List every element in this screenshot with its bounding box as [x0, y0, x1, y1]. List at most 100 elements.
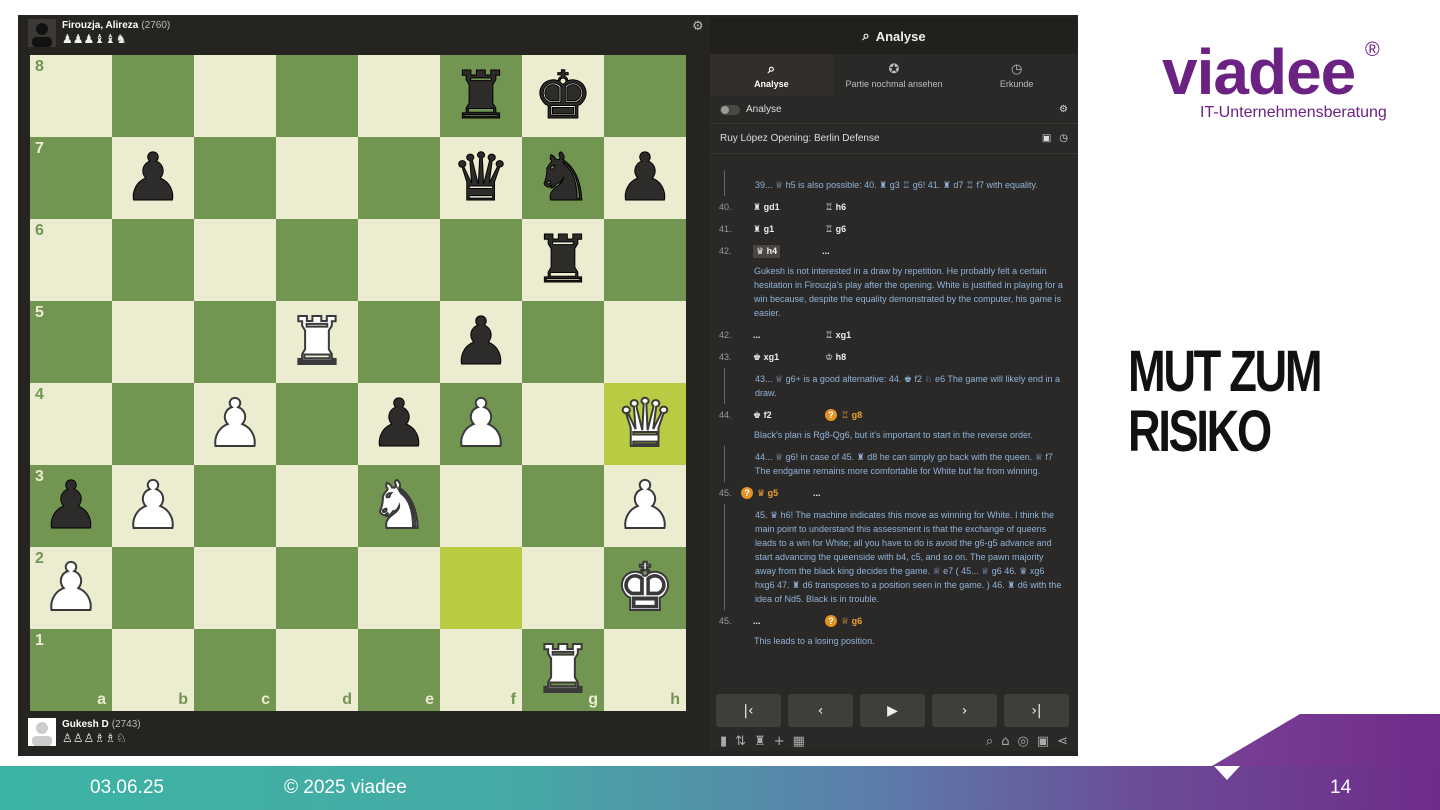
- white-move[interactable]: ♛ h4: [753, 244, 781, 258]
- square-b2[interactable]: [112, 547, 194, 629]
- square-c2[interactable]: [194, 547, 276, 629]
- white-move[interactable]: ...: [753, 330, 825, 340]
- square-c5[interactable]: [194, 301, 276, 383]
- square-d2[interactable]: [276, 547, 358, 629]
- square-e5[interactable]: [358, 301, 440, 383]
- square-g7[interactable]: ♞: [522, 137, 604, 219]
- white-pawn-icon[interactable]: ♟: [122, 472, 183, 540]
- next-move-button[interactable]: ›: [932, 694, 997, 727]
- square-a6[interactable]: 6: [30, 219, 112, 301]
- square-d6[interactable]: [276, 219, 358, 301]
- square-a7[interactable]: 7: [30, 137, 112, 219]
- black-move[interactable]: ♕ g6: [841, 616, 862, 627]
- move-row-45[interactable]: 45.? ♛ g5...: [710, 482, 1078, 504]
- black-move[interactable]: ♖ g8: [841, 410, 862, 421]
- white-queen-icon[interactable]: ♛: [614, 390, 675, 458]
- square-e1[interactable]: e: [358, 629, 440, 711]
- square-e4[interactable]: ♟: [358, 383, 440, 465]
- move-row-40[interactable]: 40. ♜ gd1 ♖ h6: [710, 196, 1078, 218]
- black-rook-icon[interactable]: ♜: [451, 62, 511, 129]
- bottom-player-name[interactable]: Gukesh D: [62, 719, 109, 730]
- square-g5[interactable]: [522, 301, 604, 383]
- square-f4[interactable]: ♟: [440, 383, 522, 465]
- square-b5[interactable]: [112, 301, 194, 383]
- square-h5[interactable]: [604, 301, 686, 383]
- black-knight-icon[interactable]: ♞: [533, 144, 593, 211]
- white-pawn-icon[interactable]: ♟: [450, 390, 511, 458]
- black-move[interactable]: ♖ xg1: [825, 330, 851, 341]
- square-e2[interactable]: [358, 547, 440, 629]
- gear-icon[interactable]: ⚙: [692, 19, 704, 34]
- white-move[interactable]: ♚ xg1: [753, 352, 825, 363]
- white-pawn-icon[interactable]: ♟: [40, 554, 101, 622]
- white-move[interactable]: ♜ g1: [753, 224, 825, 235]
- share-icon[interactable]: ⋖: [1057, 734, 1068, 749]
- square-f8[interactable]: ♜: [440, 55, 522, 137]
- white-king-icon[interactable]: ♚: [614, 554, 675, 622]
- move-row-43[interactable]: 43. ♚ xg1 ♔ h8: [710, 346, 1078, 368]
- square-d1[interactable]: d: [276, 629, 358, 711]
- square-d3[interactable]: [276, 465, 358, 547]
- move-row-45b[interactable]: 45....? ♕ g6: [710, 610, 1078, 632]
- square-e8[interactable]: [358, 55, 440, 137]
- square-f2[interactable]: [440, 547, 522, 629]
- square-f1[interactable]: f: [440, 629, 522, 711]
- white-move[interactable]: ♛ g5: [757, 488, 813, 499]
- square-a5[interactable]: 5: [30, 301, 112, 383]
- last-move-button[interactable]: ›|: [1004, 694, 1069, 727]
- target-icon[interactable]: ◎: [1017, 734, 1028, 749]
- square-g8[interactable]: ♚: [522, 55, 604, 137]
- variation-44[interactable]: 44... ♕ g6! in case of 45. ♜ d8 he can s…: [724, 446, 1078, 482]
- square-c4[interactable]: ♟: [194, 383, 276, 465]
- variation-45[interactable]: 45. ♛ h6! The machine indicates this mov…: [724, 504, 1078, 610]
- square-g1[interactable]: g ♜: [522, 629, 604, 711]
- square-b6[interactable]: [112, 219, 194, 301]
- analysis-toggle[interactable]: [720, 104, 740, 115]
- square-c6[interactable]: [194, 219, 276, 301]
- square-h8[interactable]: [604, 55, 686, 137]
- square-f7[interactable]: ♛: [440, 137, 522, 219]
- square-c1[interactable]: c: [194, 629, 276, 711]
- book-icon[interactable]: ▣: [1042, 133, 1051, 144]
- black-pawn-icon[interactable]: ♟: [41, 472, 101, 539]
- plus-icon[interactable]: +: [774, 734, 785, 749]
- camera-icon[interactable]: ▣: [1037, 734, 1049, 749]
- black-move[interactable]: ...: [822, 246, 830, 256]
- square-g2[interactable]: [522, 547, 604, 629]
- square-b1[interactable]: b: [112, 629, 194, 711]
- settings-icon[interactable]: ⚙: [1059, 104, 1068, 115]
- clock-icon[interactable]: ◷: [1059, 133, 1068, 144]
- square-h7[interactable]: ♟: [604, 137, 686, 219]
- black-pawn-icon[interactable]: ♟: [615, 144, 675, 211]
- white-rook-icon[interactable]: ♜: [532, 636, 593, 704]
- square-f3[interactable]: [440, 465, 522, 547]
- square-d7[interactable]: [276, 137, 358, 219]
- square-d8[interactable]: [276, 55, 358, 137]
- square-a4[interactable]: 4: [30, 383, 112, 465]
- black-king-icon[interactable]: ♚: [533, 62, 593, 129]
- black-pawn-icon[interactable]: ♟: [123, 144, 183, 211]
- tab-replay[interactable]: ✪ Partie nochmal ansehen: [833, 54, 956, 96]
- square-a3[interactable]: 3 ♟: [30, 465, 112, 547]
- square-d4[interactable]: [276, 383, 358, 465]
- first-move-button[interactable]: |‹: [716, 694, 781, 727]
- square-h1[interactable]: h: [604, 629, 686, 711]
- square-e6[interactable]: [358, 219, 440, 301]
- chess-board[interactable]: 8 ♜ ♚ 7 ♟ ♛ ♞ ♟ 6 ♜ 5 ♜ ♟ 4 ♟ ♟ ♟ ♛ 3 ♟ ♟ ♞ ♟ 2 ♟ ♚ 1 a b c d e f g ♜ h: [30, 55, 686, 711]
- square-c3[interactable]: [194, 465, 276, 547]
- square-f5[interactable]: ♟: [440, 301, 522, 383]
- square-g3[interactable]: [522, 465, 604, 547]
- white-move[interactable]: ...: [753, 616, 825, 626]
- prev-move-button[interactable]: ‹: [788, 694, 853, 727]
- black-pawn-icon[interactable]: ♟: [369, 390, 429, 457]
- white-move[interactable]: ♜ gd1: [753, 202, 825, 213]
- black-move[interactable]: ...: [813, 488, 821, 498]
- square-h3[interactable]: ♟: [604, 465, 686, 547]
- black-queen-icon[interactable]: ♛: [451, 144, 511, 211]
- move-row-44[interactable]: 44. ♚ f2? ♖ g8: [710, 404, 1078, 426]
- square-d5[interactable]: ♜: [276, 301, 358, 383]
- tab-explore[interactable]: ◷ Erkunde: [955, 54, 1078, 96]
- square-c7[interactable]: [194, 137, 276, 219]
- square-a2[interactable]: 2 ♟: [30, 547, 112, 629]
- square-b3[interactable]: ♟: [112, 465, 194, 547]
